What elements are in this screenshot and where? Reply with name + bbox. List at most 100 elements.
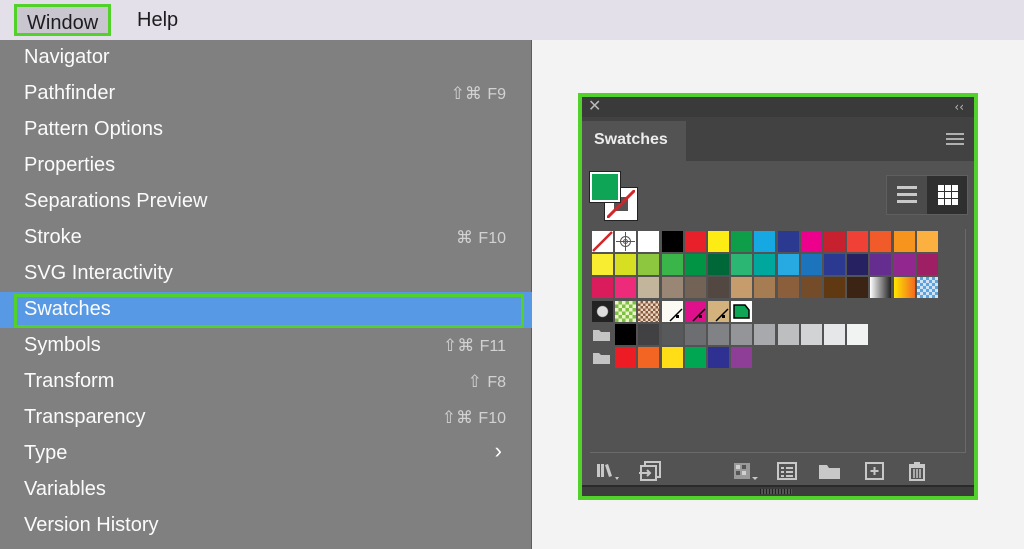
- swatch[interactable]: [893, 277, 915, 299]
- swatch[interactable]: [684, 300, 706, 322]
- swatch[interactable]: [754, 323, 776, 345]
- swatch[interactable]: [777, 254, 799, 276]
- swatch[interactable]: [661, 231, 683, 252]
- swatch[interactable]: [615, 323, 637, 345]
- swatch[interactable]: [824, 277, 845, 299]
- close-icon[interactable]: ✕: [588, 97, 601, 117]
- swatch[interactable]: [708, 277, 729, 299]
- grid-view-button[interactable]: [927, 176, 967, 214]
- swatch[interactable]: [731, 300, 753, 322]
- swatch[interactable]: [708, 231, 729, 252]
- swatch[interactable]: [777, 231, 799, 252]
- new-color-group-icon[interactable]: [818, 461, 842, 481]
- swatch[interactable]: [661, 300, 683, 322]
- swatch[interactable]: [824, 231, 845, 252]
- swatch[interactable]: [684, 277, 706, 299]
- swatch[interactable]: [824, 323, 845, 345]
- new-swatch-icon[interactable]: [864, 461, 886, 481]
- swatch[interactable]: [731, 323, 753, 345]
- menubar-window[interactable]: Window: [14, 4, 112, 36]
- swatch[interactable]: [800, 323, 822, 345]
- swatch[interactable]: [824, 254, 845, 276]
- swatch[interactable]: [615, 277, 637, 299]
- swatch[interactable]: [754, 254, 776, 276]
- swatch[interactable]: [800, 277, 822, 299]
- swatch[interactable]: [615, 254, 637, 276]
- folder-icon[interactable]: [593, 328, 610, 341]
- swatch[interactable]: [592, 254, 613, 276]
- menu-item-swatches[interactable]: Swatches: [0, 292, 532, 328]
- menu-item-separations-preview[interactable]: Separations Preview: [0, 184, 532, 220]
- swatch[interactable]: [847, 254, 869, 276]
- swatch-options-icon[interactable]: [776, 461, 798, 481]
- swatch[interactable]: [661, 347, 683, 368]
- menu-item-transparency[interactable]: Transparency ⇧⌘ F10: [0, 400, 532, 436]
- menu-item-transform[interactable]: Transform ⇧ F8: [0, 364, 532, 400]
- menu-item-pathfinder[interactable]: Pathfinder ⇧⌘ F9: [0, 76, 532, 112]
- swatch[interactable]: [870, 254, 892, 276]
- swatch[interactable]: [847, 231, 869, 252]
- swatch[interactable]: [615, 300, 637, 322]
- swatch[interactable]: [731, 254, 753, 276]
- swatch[interactable]: [592, 277, 613, 299]
- panel-menu-icon[interactable]: [946, 133, 964, 146]
- swatch[interactable]: [800, 254, 822, 276]
- swatch[interactable]: [661, 323, 683, 345]
- swatch[interactable]: [731, 231, 753, 252]
- swatch[interactable]: [708, 300, 729, 322]
- swatch[interactable]: [684, 323, 706, 345]
- swatch[interactable]: [708, 254, 729, 276]
- swatch[interactable]: [708, 347, 729, 368]
- list-view-button[interactable]: [887, 176, 927, 214]
- swatch[interactable]: [638, 323, 660, 345]
- menu-item-version-history[interactable]: Version History: [0, 508, 532, 544]
- menu-item-type[interactable]: Type ›: [0, 436, 532, 472]
- menu-item-svg-interactivity[interactable]: SVG Interactivity: [0, 256, 532, 292]
- swatch[interactable]: [731, 277, 753, 299]
- tab-swatches[interactable]: Swatches: [582, 121, 686, 165]
- show-swatch-kinds-icon[interactable]: [732, 461, 760, 481]
- swatch[interactable]: [638, 254, 660, 276]
- collapse-icon[interactable]: ‹‹: [954, 97, 964, 117]
- panel-resize-handle[interactable]: [582, 485, 974, 496]
- menubar-help[interactable]: Help: [127, 4, 188, 36]
- swatch[interactable]: [592, 231, 613, 252]
- swatch[interactable]: [592, 300, 613, 322]
- swatch[interactable]: [684, 254, 706, 276]
- menu-item-variables[interactable]: Variables: [0, 472, 532, 508]
- menu-item-pattern-options[interactable]: Pattern Options: [0, 112, 532, 148]
- panel-titlebar[interactable]: ✕ ‹‹: [582, 97, 974, 117]
- menu-item-navigator[interactable]: Navigator: [0, 40, 532, 76]
- swatch[interactable]: [661, 254, 683, 276]
- swatch[interactable]: [916, 254, 938, 276]
- swatch[interactable]: [893, 254, 915, 276]
- swatch[interactable]: [754, 277, 776, 299]
- swatch[interactable]: [754, 231, 776, 252]
- swatch[interactable]: [800, 231, 822, 252]
- swatch[interactable]: [638, 347, 660, 368]
- swatch[interactable]: [916, 231, 938, 252]
- swatch[interactable]: [638, 231, 660, 252]
- swatch[interactable]: [615, 231, 637, 252]
- swatch[interactable]: [638, 277, 660, 299]
- swatch[interactable]: [916, 277, 938, 299]
- folder-icon[interactable]: [593, 351, 610, 364]
- swatch[interactable]: [847, 323, 869, 345]
- swatch[interactable]: [684, 231, 706, 252]
- swatch[interactable]: [870, 277, 892, 299]
- swatch[interactable]: [777, 277, 799, 299]
- swatch[interactable]: [638, 300, 660, 322]
- menu-item-stroke[interactable]: Stroke ⌘ F10: [0, 220, 532, 256]
- swatch[interactable]: [870, 231, 892, 252]
- swatch[interactable]: [777, 323, 799, 345]
- swatch[interactable]: [731, 347, 753, 368]
- swatch[interactable]: [847, 277, 869, 299]
- swatch[interactable]: [684, 347, 706, 368]
- swatch[interactable]: [893, 231, 915, 252]
- fill-swatch[interactable]: [589, 171, 621, 203]
- swatch[interactable]: [708, 323, 729, 345]
- menu-item-symbols[interactable]: Symbols ⇧⌘ F11: [0, 328, 532, 364]
- swatch-libraries-menu-icon[interactable]: [596, 461, 622, 481]
- menu-item-properties[interactable]: Properties: [0, 148, 532, 184]
- trash-icon[interactable]: [906, 461, 928, 481]
